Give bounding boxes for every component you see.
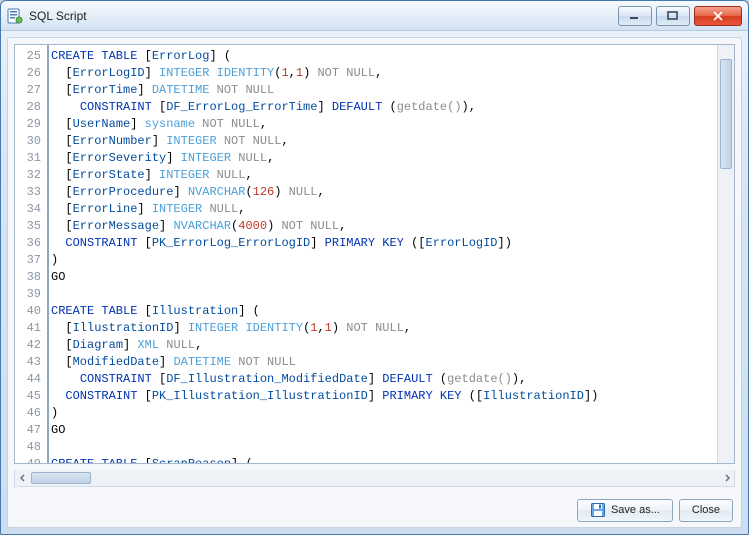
minimize-button[interactable] bbox=[618, 6, 652, 26]
save-as-button[interactable]: Save as... bbox=[577, 499, 673, 522]
close-button[interactable] bbox=[694, 6, 742, 26]
close-dialog-button[interactable]: Close bbox=[679, 499, 733, 522]
content-panel: 25 26 27 28 29 30 31 32 33 34 35 36 37 3… bbox=[7, 37, 742, 528]
horizontal-scrollbar-thumb[interactable] bbox=[31, 472, 91, 484]
close-dialog-label: Close bbox=[692, 504, 720, 516]
code-area[interactable]: CREATE TABLE [ErrorLog] ( [ErrorLogID] I… bbox=[49, 45, 717, 463]
code-editor[interactable]: 25 26 27 28 29 30 31 32 33 34 35 36 37 3… bbox=[14, 44, 735, 464]
line-gutter: 25 26 27 28 29 30 31 32 33 34 35 36 37 3… bbox=[15, 45, 49, 463]
scroll-right-button[interactable] bbox=[719, 471, 734, 485]
app-icon bbox=[7, 8, 23, 24]
vertical-scrollbar[interactable] bbox=[717, 45, 734, 463]
window-title: SQL Script bbox=[29, 9, 87, 23]
scroll-left-button[interactable] bbox=[15, 471, 30, 485]
save-icon bbox=[590, 502, 606, 518]
app-window: SQL Script 25 26 27 28 29 30 31 32 33 34… bbox=[0, 0, 749, 535]
horizontal-scrollbar[interactable] bbox=[14, 470, 735, 487]
titlebar[interactable]: SQL Script bbox=[1, 1, 748, 31]
save-as-label: Save as... bbox=[611, 504, 660, 516]
maximize-button[interactable] bbox=[656, 6, 690, 26]
vertical-scrollbar-thumb[interactable] bbox=[720, 59, 732, 169]
footer-bar: Save as... Close bbox=[8, 493, 741, 527]
